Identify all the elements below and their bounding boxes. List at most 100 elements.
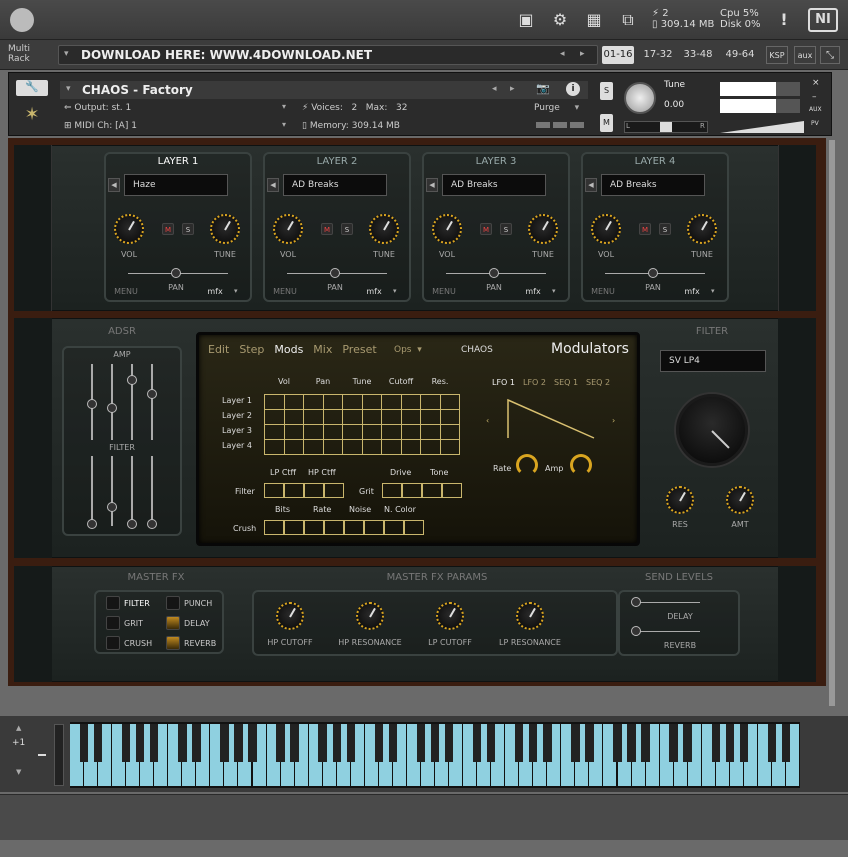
matrix-cell[interactable] <box>361 424 382 440</box>
master-fx-toggle[interactable] <box>106 596 120 610</box>
matrix-cell[interactable] <box>283 424 304 440</box>
mod-slot[interactable] <box>364 520 384 535</box>
black-key[interactable] <box>388 724 398 762</box>
kontakt-logo[interactable] <box>10 8 34 32</box>
layer-mfx-button[interactable]: mfx <box>518 287 548 296</box>
layer-tune-knob[interactable] <box>210 214 240 244</box>
pv-label[interactable]: PV <box>811 120 819 127</box>
lfo-tab[interactable]: SEQ 1 <box>554 378 578 387</box>
layer-mfx-button[interactable]: mfx <box>359 287 389 296</box>
mod-slot[interactable] <box>284 520 304 535</box>
black-key[interactable] <box>486 724 496 762</box>
matrix-cell[interactable] <box>420 409 441 425</box>
black-key[interactable] <box>248 724 257 762</box>
mod-slot[interactable] <box>402 483 422 498</box>
aux-label[interactable]: AUX <box>809 106 822 113</box>
black-key[interactable] <box>571 724 580 762</box>
nav-tab-step[interactable]: Step <box>239 343 264 356</box>
matrix-cell[interactable] <box>264 424 285 440</box>
mod-slot[interactable] <box>382 483 402 498</box>
max-value[interactable]: 32 <box>396 103 407 113</box>
matrix-cell[interactable] <box>361 439 382 455</box>
layer-pan-handle[interactable] <box>648 268 658 278</box>
ksp-button[interactable]: KSP <box>766 46 788 64</box>
layout-icon[interactable]: ▦ <box>580 6 608 34</box>
layer-pan-handle[interactable] <box>489 268 499 278</box>
matrix-cell[interactable] <box>264 409 285 425</box>
amt-knob[interactable] <box>726 486 754 514</box>
layer-mfx-dropdown-icon[interactable]: ▾ <box>552 287 556 295</box>
matrix-cell[interactable] <box>322 439 343 455</box>
master-fx-toggle[interactable] <box>166 616 180 630</box>
mod-slot[interactable] <box>284 483 304 498</box>
rack-dropdown-icon[interactable]: ▾ <box>64 49 69 59</box>
tune-value[interactable]: 0.00 <box>664 100 684 110</box>
black-key[interactable] <box>515 724 524 762</box>
black-key[interactable] <box>332 724 341 762</box>
filter-env-handle[interactable] <box>147 518 157 529</box>
octave-up-icon[interactable]: ▲ <box>16 724 21 732</box>
black-key[interactable] <box>683 724 692 762</box>
layer-solo-button[interactable]: S <box>341 223 353 235</box>
layer-preset-display[interactable]: AD Breaks <box>601 174 705 196</box>
matrix-cell[interactable] <box>322 409 343 425</box>
page-tab-01-16[interactable]: 01-16 <box>602 46 634 64</box>
black-key[interactable] <box>767 724 777 762</box>
black-key[interactable] <box>669 724 678 762</box>
mod-matrix-grid[interactable] <box>264 394 460 455</box>
black-key[interactable] <box>781 724 791 762</box>
black-key[interactable] <box>374 724 384 762</box>
layer-mute-button[interactable]: M <box>639 223 651 235</box>
matrix-cell[interactable] <box>361 409 382 425</box>
mod-slot[interactable] <box>324 483 344 498</box>
minimize-instrument-icon[interactable]: – <box>812 92 817 102</box>
matrix-cell[interactable] <box>400 424 421 440</box>
master-fx-toggle[interactable] <box>166 596 180 610</box>
fx-param-knob[interactable] <box>276 602 304 630</box>
layer-preset-display[interactable]: AD Breaks <box>442 174 546 196</box>
lfo-tab[interactable]: SEQ 2 <box>586 378 610 387</box>
filter-type-display[interactable]: SV LP4 <box>660 350 766 372</box>
fx-param-knob[interactable] <box>516 602 544 630</box>
layer-mute-button[interactable]: M <box>162 223 174 235</box>
fx-param-knob[interactable] <box>436 602 464 630</box>
black-key[interactable] <box>121 724 131 762</box>
next-rack-icon[interactable]: ▸ <box>580 49 585 59</box>
matrix-cell[interactable] <box>264 394 285 410</box>
instrument-dropdown-icon[interactable]: ▾ <box>66 84 71 94</box>
black-key[interactable] <box>276 724 285 762</box>
matrix-cell[interactable] <box>342 409 363 425</box>
nav-tab-mods[interactable]: Mods <box>274 343 303 356</box>
page-tab-49-64[interactable]: 49-64 <box>722 46 758 64</box>
layer-speaker-icon[interactable]: ◀ <box>108 178 120 192</box>
black-key[interactable] <box>234 724 243 762</box>
layer-mute-button[interactable]: M <box>480 223 492 235</box>
layer-menu-button[interactable]: MENU <box>428 287 460 296</box>
midi-row[interactable]: ⊞ MIDI Ch: [A] 1 <box>64 120 137 132</box>
layer-tune-knob[interactable] <box>687 214 717 244</box>
mod-slot[interactable] <box>384 520 404 535</box>
mod-slot[interactable] <box>264 483 284 498</box>
save-icon[interactable]: ▣ <box>512 6 540 34</box>
matrix-cell[interactable] <box>342 394 363 410</box>
mod-slot[interactable] <box>304 520 324 535</box>
layer-tune-knob[interactable] <box>369 214 399 244</box>
mod-slot[interactable] <box>442 483 462 498</box>
close-instrument-icon[interactable]: × <box>812 78 820 88</box>
amp-env-handle[interactable] <box>87 399 97 409</box>
master-fx-toggle[interactable] <box>166 636 180 650</box>
mod-slot[interactable] <box>264 520 284 535</box>
black-key[interactable] <box>725 724 735 762</box>
black-key[interactable] <box>472 724 482 762</box>
layer-mfx-dropdown-icon[interactable]: ▾ <box>234 287 238 295</box>
fx-param-knob[interactable] <box>356 602 384 630</box>
reverb-send-handle[interactable] <box>631 626 641 636</box>
layer-tune-knob[interactable] <box>528 214 558 244</box>
instrument-name[interactable]: CHAOS - Factory <box>60 81 588 99</box>
res-knob[interactable] <box>666 486 694 514</box>
matrix-cell[interactable] <box>303 424 324 440</box>
matrix-cell[interactable] <box>439 424 460 440</box>
matrix-cell[interactable] <box>264 439 285 455</box>
output-dropdown-icon[interactable]: ▾ <box>282 102 286 111</box>
lfo-prev-icon[interactable]: ‹ <box>486 416 489 425</box>
